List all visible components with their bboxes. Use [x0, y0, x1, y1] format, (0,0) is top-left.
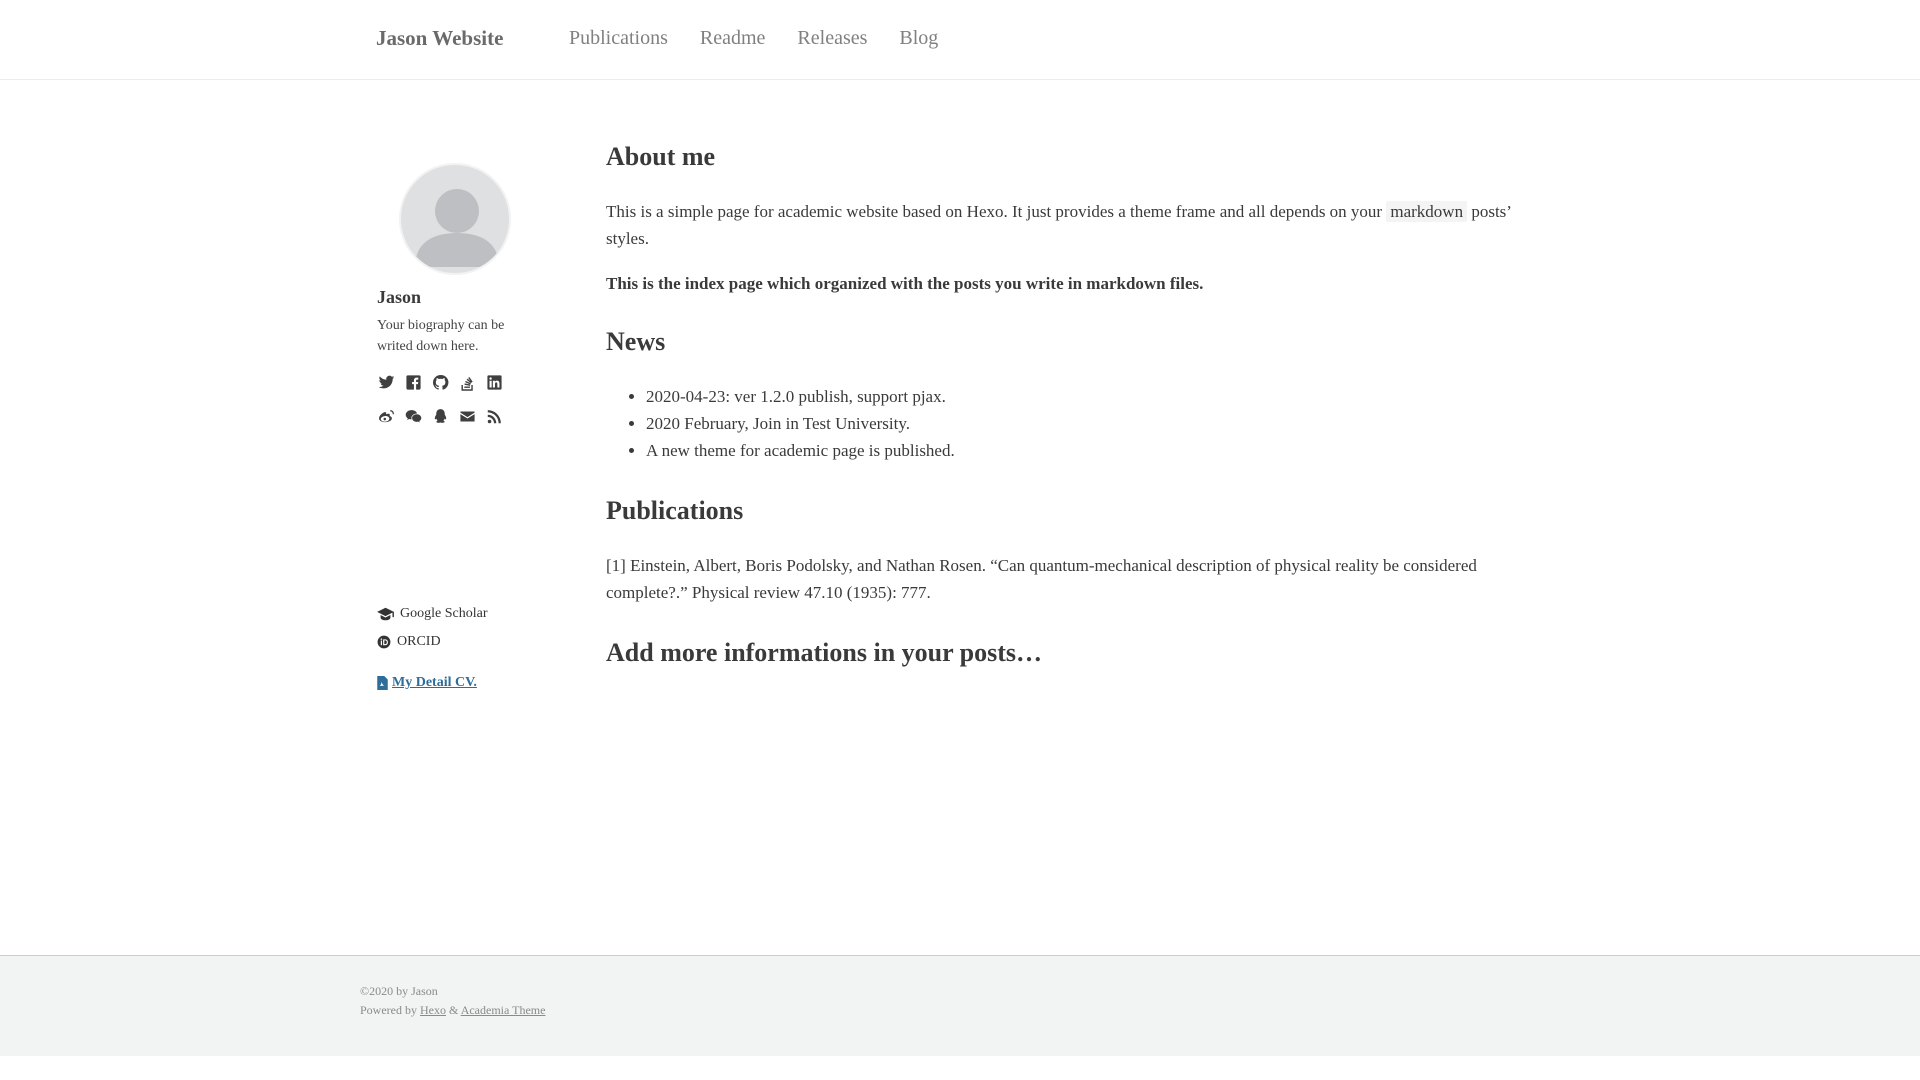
- qq-icon[interactable]: [431, 407, 449, 425]
- news-item: A new theme for academic page is publish…: [646, 437, 1526, 464]
- main-content: About me This is a simple page for acade…: [606, 140, 1526, 694]
- social-icons-row-2: [377, 407, 512, 425]
- twitter-icon[interactable]: [377, 373, 395, 391]
- nav-publications[interactable]: Publications: [569, 27, 668, 50]
- inline-code-markdown: markdown: [1386, 201, 1468, 222]
- graduation-cap-icon: [377, 607, 394, 621]
- orcid-icon: [377, 635, 391, 649]
- footer-amp: &: [449, 1003, 459, 1017]
- hexo-link[interactable]: Hexo: [420, 1003, 446, 1017]
- rss-icon[interactable]: [485, 407, 503, 425]
- about-heading: About me: [606, 142, 716, 171]
- site-footer: ©2020 by Jason Powered by Hexo & Academi…: [0, 955, 1920, 1056]
- news-item: 2020-04-23: ver 1.2.0 publish, support p…: [646, 383, 1526, 410]
- footer-powered: Powered by Hexo & Academia Theme: [360, 1001, 545, 1020]
- profile-name: Jason: [377, 287, 422, 307]
- publications-heading: Publications: [606, 496, 744, 525]
- news-heading: News: [606, 327, 666, 356]
- more-info-heading: Add more informations in your posts…: [606, 638, 1043, 667]
- cv-link[interactable]: My Detail CV.: [377, 675, 477, 691]
- nav-releases[interactable]: Releases: [797, 27, 867, 50]
- github-icon[interactable]: [431, 373, 449, 391]
- google-scholar-link[interactable]: Google Scholar: [377, 606, 487, 622]
- top-navbar: Jason Website Publications Readme Releas…: [0, 0, 1920, 80]
- academia-theme-link[interactable]: Academia Theme: [461, 1003, 546, 1017]
- profile-bio: Your biography can be writed down here.: [377, 318, 505, 354]
- publication-entry: [1] Einstein, Albert, Boris Podolsky, an…: [606, 556, 1477, 602]
- index-note: This is the index page which organized w…: [606, 274, 1204, 293]
- cv-label: My Detail CV.: [392, 675, 477, 690]
- avatar: [399, 163, 511, 275]
- footer-text: ©2020 by Jason Powered by Hexo & Academi…: [360, 982, 545, 1020]
- facebook-icon[interactable]: [404, 373, 422, 391]
- social-icons-row-1: [377, 373, 512, 391]
- pdf-file-icon: [377, 676, 388, 690]
- news-list: 2020-04-23: ver 1.2.0 publish, support p…: [606, 383, 1526, 464]
- orcid-link[interactable]: ORCID: [377, 634, 441, 650]
- linkedin-icon[interactable]: [485, 373, 503, 391]
- footer-copyright: ©2020 by Jason: [360, 984, 438, 998]
- user-silhouette-icon: [415, 189, 499, 267]
- orcid-label: ORCID: [397, 634, 441, 649]
- about-text-before: This is a simple page for academic websi…: [606, 202, 1383, 221]
- site-brand-link[interactable]: Jason Website: [376, 26, 503, 51]
- news-item: 2020 February, Join in Test University.: [646, 410, 1526, 437]
- footer-powered-prefix: Powered by: [360, 1003, 417, 1017]
- main-nav: Publications Readme Releases Blog: [569, 27, 970, 50]
- email-icon[interactable]: [458, 407, 476, 425]
- nav-readme[interactable]: Readme: [700, 27, 766, 50]
- nav-blog[interactable]: Blog: [899, 27, 938, 50]
- weibo-icon[interactable]: [377, 407, 395, 425]
- wechat-icon[interactable]: [404, 407, 422, 425]
- about-paragraph: This is a simple page for academic websi…: [606, 198, 1526, 252]
- stackoverflow-icon[interactable]: [458, 373, 476, 391]
- google-scholar-label: Google Scholar: [400, 606, 488, 621]
